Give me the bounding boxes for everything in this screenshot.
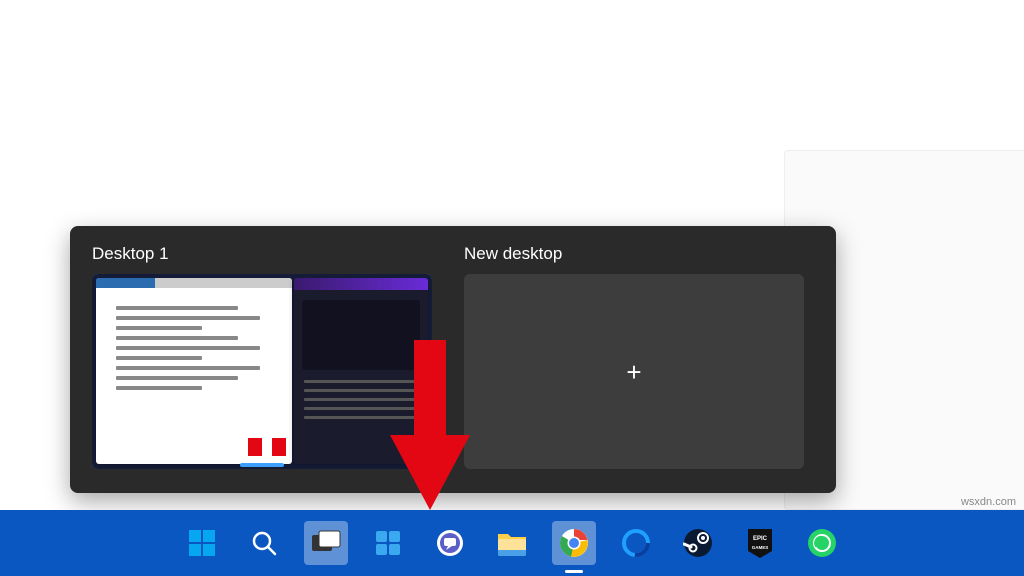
thumbnail-active-indicator <box>240 463 284 467</box>
task-view-popup: Desktop 1 <box>70 226 836 493</box>
svg-text:GAMES: GAMES <box>752 545 769 550</box>
desktop-1-column: Desktop 1 <box>92 244 432 475</box>
desktop-1-thumbnail[interactable] <box>92 274 432 469</box>
desktop-1-preview <box>92 274 432 469</box>
cortana-button[interactable] <box>614 521 658 565</box>
widgets-icon <box>374 529 402 557</box>
epic-games-button[interactable]: EPIC GAMES <box>738 521 782 565</box>
search-button[interactable] <box>242 521 286 565</box>
taskbar: EPIC GAMES <box>0 510 1024 576</box>
file-explorer-button[interactable] <box>490 521 534 565</box>
preview-window-app <box>294 278 428 464</box>
windows-logo-icon <box>187 528 217 558</box>
steam-button[interactable] <box>676 521 720 565</box>
search-icon <box>250 529 278 557</box>
whatsapp-icon <box>807 528 837 558</box>
watermark-text: wsxdn.com <box>961 496 1016 508</box>
svg-text:EPIC: EPIC <box>753 536 768 542</box>
new-desktop-column: New desktop + <box>464 244 804 475</box>
epic-games-icon: EPIC GAMES <box>746 527 774 559</box>
plus-icon: + <box>626 359 641 385</box>
new-desktop-button[interactable]: + <box>464 274 804 469</box>
steam-icon <box>683 528 713 558</box>
task-view-icon <box>311 530 341 556</box>
desktop-1-label: Desktop 1 <box>92 244 432 264</box>
chrome-icon <box>559 528 589 558</box>
preview-window-document <box>96 278 292 464</box>
chrome-button[interactable] <box>552 521 596 565</box>
new-desktop-label: New desktop <box>464 244 804 264</box>
cortana-icon <box>621 528 651 558</box>
widgets-button[interactable] <box>366 521 410 565</box>
start-button[interactable] <box>180 521 224 565</box>
whatsapp-button[interactable] <box>800 521 844 565</box>
folder-icon <box>496 530 528 556</box>
chat-icon <box>435 528 465 558</box>
task-view-button[interactable] <box>304 521 348 565</box>
chat-button[interactable] <box>428 521 472 565</box>
